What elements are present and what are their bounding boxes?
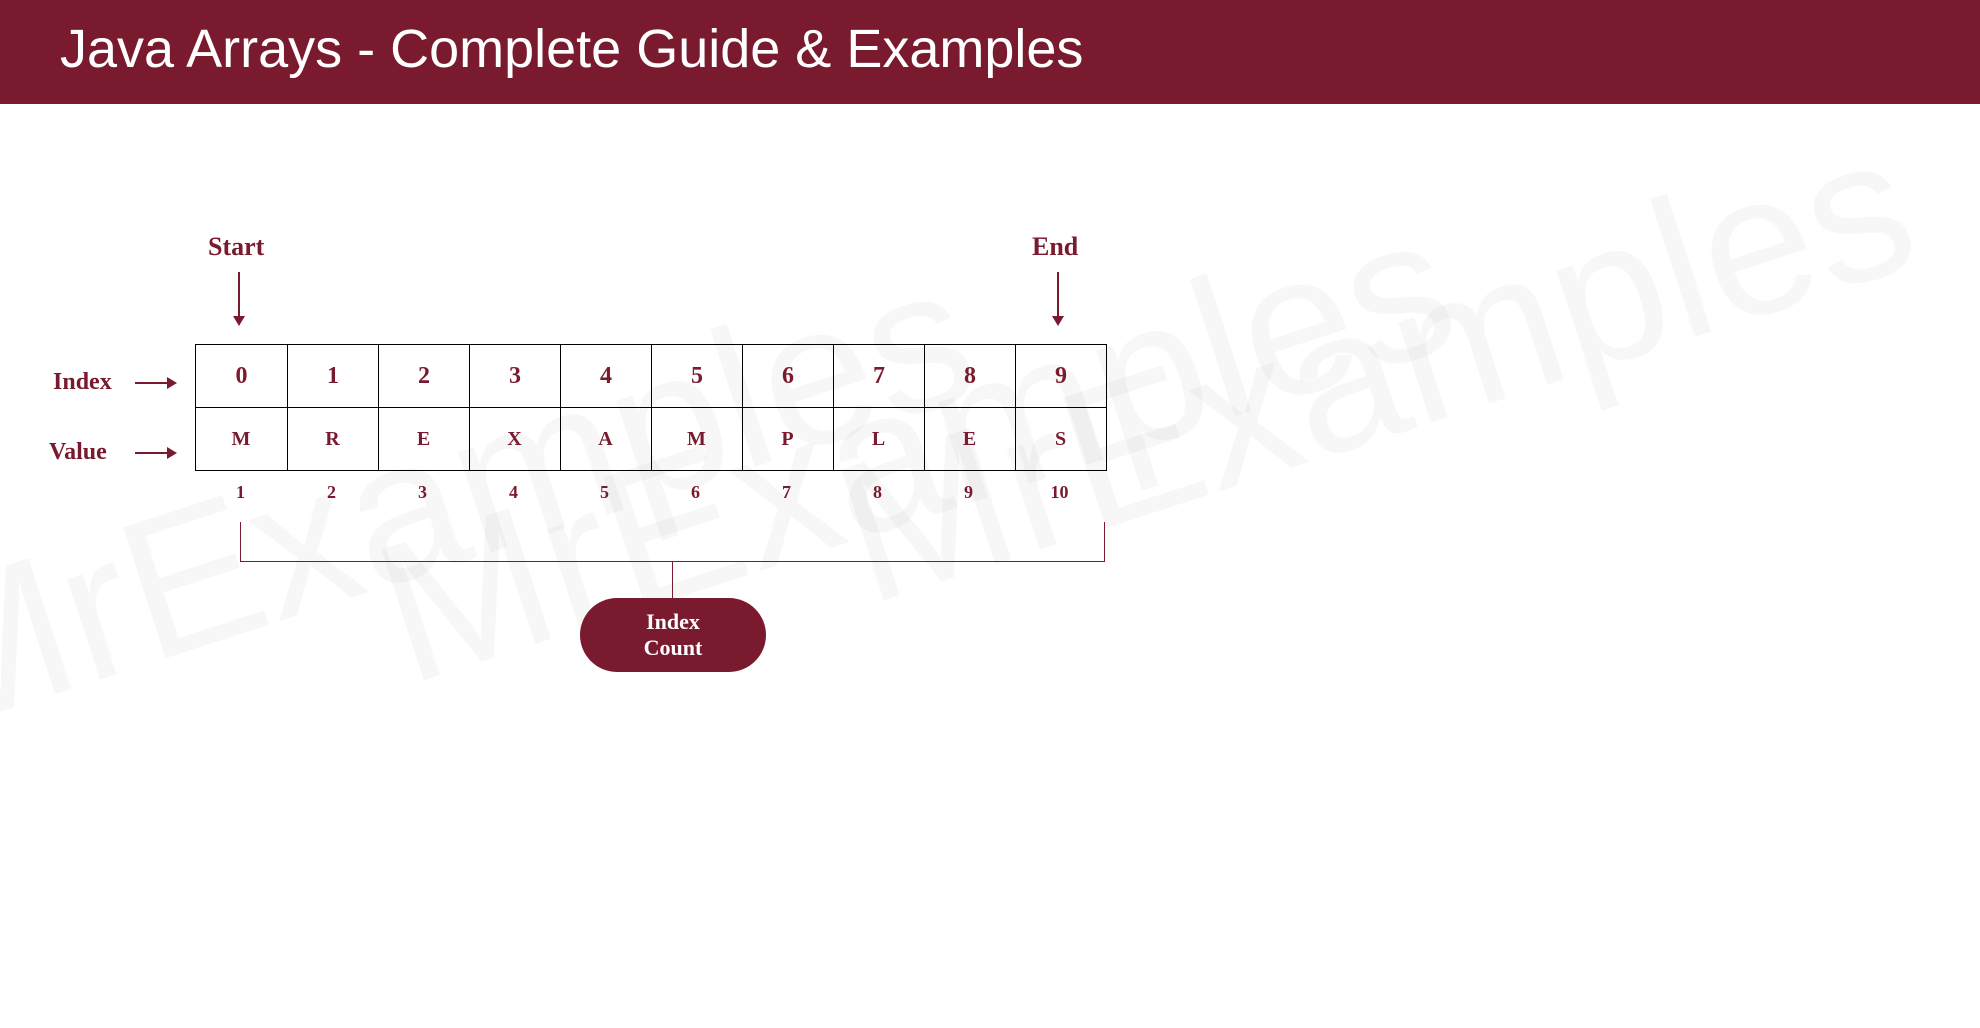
value-cell: E: [924, 408, 1015, 470]
index-cell: 8: [924, 345, 1015, 407]
index-cell: 0: [196, 345, 287, 407]
index-cell: 7: [833, 345, 924, 407]
value-cell: E: [378, 408, 469, 470]
arrow-down-icon: [1057, 272, 1059, 324]
arrow-right-icon: [135, 452, 175, 454]
count-cell: 2: [286, 476, 377, 503]
count-cell: 3: [377, 476, 468, 503]
value-cell: M: [196, 408, 287, 470]
arrow-down-icon: [238, 272, 240, 324]
value-cell: R: [287, 408, 378, 470]
page-header: Java Arrays - Complete Guide & Examples: [0, 0, 1980, 104]
count-cell: 8: [832, 476, 923, 503]
bracket-icon: [240, 522, 1105, 562]
value-cell: M: [651, 408, 742, 470]
count-cell: 5: [559, 476, 650, 503]
page-title: Java Arrays - Complete Guide & Examples: [60, 19, 1083, 79]
index-row: 0 1 2 3 4 5 6 7 8 9: [196, 345, 1106, 407]
diagram-canvas: MrExamples MrExamples MrExamples Start E…: [0, 104, 1980, 1028]
end-label: End: [1032, 232, 1078, 262]
value-row: M R E X A M P L E S: [196, 407, 1106, 470]
value-cell: P: [742, 408, 833, 470]
count-cell: 9: [923, 476, 1014, 503]
value-row-label: Value: [49, 439, 107, 466]
index-cell: 1: [287, 345, 378, 407]
array-grid: 0 1 2 3 4 5 6 7 8 9 M R E X A M P L E S: [195, 344, 1107, 471]
index-cell: 9: [1015, 345, 1106, 407]
pill-line: Count: [644, 635, 703, 661]
index-cell: 2: [378, 345, 469, 407]
start-label: Start: [208, 232, 264, 262]
count-cell: 10: [1014, 476, 1105, 503]
value-cell: L: [833, 408, 924, 470]
value-cell: A: [560, 408, 651, 470]
pill-line: Index: [646, 609, 700, 635]
index-cell: 6: [742, 345, 833, 407]
index-cell: 4: [560, 345, 651, 407]
count-row: 1 2 3 4 5 6 7 8 9 10: [195, 476, 1105, 503]
value-cell: S: [1015, 408, 1106, 470]
index-cell: 5: [651, 345, 742, 407]
index-cell: 3: [469, 345, 560, 407]
index-count-pill: Index Count: [580, 598, 766, 672]
value-cell: X: [469, 408, 560, 470]
count-cell: 1: [195, 476, 286, 503]
bracket-stem-icon: [672, 562, 673, 600]
arrow-right-icon: [135, 382, 175, 384]
count-cell: 6: [650, 476, 741, 503]
count-cell: 4: [468, 476, 559, 503]
count-cell: 7: [741, 476, 832, 503]
index-row-label: Index: [53, 369, 112, 396]
